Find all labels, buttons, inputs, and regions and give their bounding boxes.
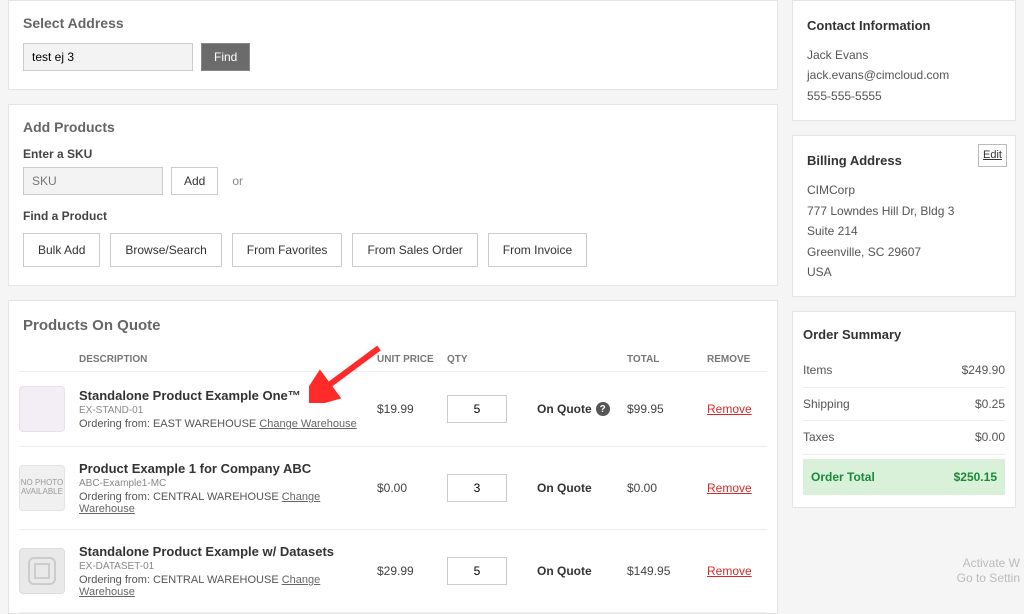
- billing-line: Greenville, SC 29607: [807, 242, 1001, 262]
- find-buttons-row: Bulk Add Browse/Search From Favorites Fr…: [23, 233, 763, 267]
- windows-watermark: Activate W Go to Settin: [957, 556, 1020, 587]
- product-name: Standalone Product Example One™: [79, 388, 377, 403]
- from-favorites-button[interactable]: From Favorites: [232, 233, 343, 267]
- unit-price: $19.99: [377, 402, 447, 416]
- qty-input[interactable]: [447, 474, 507, 502]
- product-name: Standalone Product Example w/ Datasets: [79, 544, 377, 559]
- summary-total-row: Order Total $250.15: [803, 459, 1005, 495]
- header-total: TOTAL: [627, 354, 707, 365]
- unit-price: $0.00: [377, 481, 447, 495]
- billing-card: Edit Billing Address CIMCorp 777 Lowndes…: [792, 135, 1016, 297]
- line-total: $149.95: [627, 564, 707, 578]
- line-total: $99.95: [627, 402, 707, 416]
- summary-row: Taxes $0.00: [803, 421, 1005, 454]
- add-products-title: Add Products: [23, 119, 763, 135]
- qty-cell: [447, 395, 537, 423]
- summary-row: Items $249.90: [803, 354, 1005, 387]
- product-description: Product Example 1 for Company ABC ABC-Exa…: [79, 461, 377, 515]
- address-input[interactable]: [23, 43, 193, 71]
- unit-price: $29.99: [377, 564, 447, 578]
- placeholder-box-icon: [19, 548, 65, 594]
- billing-line: 777 Lowndes Hill Dr, Bldg 3: [807, 201, 1001, 221]
- find-address-button[interactable]: Find: [201, 43, 250, 71]
- qty-cell: [447, 474, 537, 502]
- table-row: Standalone Product Example One™ EX-STAND-…: [19, 372, 767, 447]
- browse-search-button[interactable]: Browse/Search: [110, 233, 221, 267]
- product-description: Standalone Product Example w/ Datasets EX…: [79, 544, 377, 598]
- line-total: $0.00: [627, 481, 707, 495]
- products-title: Products On Quote: [19, 313, 767, 348]
- select-address-title: Select Address: [23, 15, 763, 31]
- edit-billing-button[interactable]: Edit: [978, 144, 1007, 167]
- qty-input[interactable]: [447, 557, 507, 585]
- products-header-row: DESCRIPTION UNIT PRICE QTY TOTAL REMOVE: [19, 348, 767, 372]
- summary-label: Items: [803, 360, 832, 380]
- billing-line: Suite 214: [807, 221, 1001, 241]
- header-unit-price: UNIT PRICE: [377, 354, 447, 365]
- summary-value: $249.90: [962, 360, 1005, 380]
- select-address-panel: Select Address Find: [8, 0, 778, 90]
- contact-email: jack.evans@cimcloud.com: [807, 65, 1001, 85]
- add-products-panel: Add Products Enter a SKU Add or Find a P…: [8, 104, 778, 286]
- product-description: Standalone Product Example One™ EX-STAND-…: [79, 388, 377, 430]
- summary-total-label: Order Total: [811, 467, 875, 487]
- billing-line: CIMCorp: [807, 180, 1001, 200]
- header-remove: REMOVE: [707, 354, 767, 365]
- products-panel: Products On Quote DESCRIPTION UNIT PRICE…: [8, 300, 778, 614]
- product-sku: ABC-Example1-MC: [79, 478, 377, 489]
- remove-link[interactable]: Remove: [707, 402, 767, 416]
- product-thumb-icon: [19, 386, 65, 432]
- summary-value: $0.25: [975, 394, 1005, 414]
- add-sku-button[interactable]: Add: [171, 167, 218, 195]
- summary-label: Taxes: [803, 427, 834, 447]
- contact-phone: 555-555-5555: [807, 86, 1001, 106]
- status-cell: On Quote?: [537, 402, 627, 416]
- or-label: or: [232, 174, 243, 188]
- product-sku: EX-DATASET-01: [79, 561, 377, 572]
- header-qty: QTY: [447, 354, 537, 365]
- from-sales-order-button[interactable]: From Sales Order: [352, 233, 477, 267]
- contact-name: Jack Evans: [807, 45, 1001, 65]
- change-warehouse-link[interactable]: Change Warehouse: [259, 418, 356, 430]
- from-invoice-button[interactable]: From Invoice: [488, 233, 587, 267]
- contact-title: Contact Information: [807, 15, 1001, 37]
- no-photo-icon: NO PHOTO AVAILABLE: [19, 465, 65, 511]
- summary-value: $0.00: [975, 427, 1005, 447]
- billing-line: USA: [807, 262, 1001, 282]
- summary-row: Shipping $0.25: [803, 388, 1005, 421]
- qty-cell: [447, 557, 537, 585]
- remove-link[interactable]: Remove: [707, 564, 767, 578]
- sku-input[interactable]: [23, 167, 163, 195]
- ordering-from: Ordering from: CENTRAL WAREHOUSE Change …: [79, 574, 377, 598]
- summary-total-value: $250.15: [954, 467, 997, 487]
- find-product-label: Find a Product: [23, 209, 763, 223]
- enter-sku-label: Enter a SKU: [23, 147, 763, 161]
- summary-title: Order Summary: [803, 324, 1005, 346]
- order-summary-card: Order Summary Items $249.90 Shipping $0.25 T…: [792, 311, 1016, 508]
- header-description: DESCRIPTION: [79, 354, 377, 365]
- qty-input[interactable]: [447, 395, 507, 423]
- table-row: NO PHOTO AVAILABLE Product Example 1 for …: [19, 447, 767, 530]
- product-name: Product Example 1 for Company ABC: [79, 461, 377, 476]
- ordering-from: Ordering from: EAST WAREHOUSE Change War…: [79, 418, 377, 430]
- contact-info-card: Contact Information Jack Evans jack.evan…: [792, 0, 1016, 121]
- status-cell: On Quote: [537, 481, 627, 495]
- product-sku: EX-STAND-01: [79, 405, 377, 416]
- bulk-add-button[interactable]: Bulk Add: [23, 233, 100, 267]
- help-icon[interactable]: ?: [596, 402, 610, 416]
- status-cell: On Quote: [537, 564, 627, 578]
- summary-label: Shipping: [803, 394, 850, 414]
- billing-title: Billing Address: [807, 150, 1001, 172]
- remove-link[interactable]: Remove: [707, 481, 767, 495]
- ordering-from: Ordering from: CENTRAL WAREHOUSE Change …: [79, 491, 377, 515]
- table-row: Standalone Product Example w/ Datasets EX…: [19, 530, 767, 613]
